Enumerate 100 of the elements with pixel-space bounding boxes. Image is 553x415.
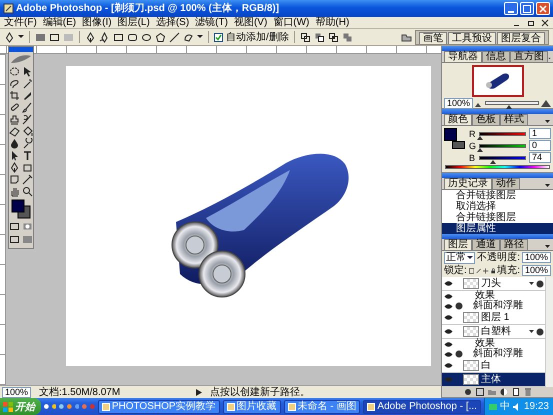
panel-menu-icon[interactable] (544, 243, 551, 250)
lasso-icon[interactable] (9, 78, 20, 89)
color-swatches-icon[interactable] (10, 199, 32, 219)
caret-icon[interactable] (197, 34, 203, 40)
menu-item[interactable]: 文件(F) (4, 17, 37, 28)
drop-icon[interactable] (9, 138, 20, 149)
layer-row[interactable]: 刀头 (442, 277, 545, 291)
path-selection-icon[interactable] (9, 150, 20, 161)
layer-row[interactable]: 白塑料 (442, 325, 545, 339)
menu-item[interactable]: 图层(L) (118, 17, 150, 28)
checkbox-label[interactable]: 自动添加/删除 (226, 30, 289, 44)
move-icon[interactable] (22, 66, 33, 77)
menu-item[interactable]: 窗口(W) (273, 17, 310, 28)
marquee-icon[interactable] (9, 66, 20, 77)
menu-item[interactable]: 选择(S) (156, 17, 190, 28)
magic-wand-icon[interactable] (22, 78, 33, 89)
type-icon[interactable] (22, 150, 33, 161)
panel-tab[interactable]: 历史记录 (444, 178, 492, 189)
standard-mode-icon[interactable] (9, 221, 20, 232)
zoom-field[interactable]: 100% (2, 386, 32, 398)
opacity-field[interactable]: 100% (522, 252, 551, 263)
fill-field[interactable]: 100% (522, 265, 551, 276)
maximize-button[interactable] (520, 2, 534, 15)
panel-tab[interactable]: 直方图 (510, 51, 548, 62)
taskbar-button[interactable]: PHOTOSHOP实例教学 (98, 400, 220, 414)
menu-item[interactable]: 图像(I) (82, 17, 112, 28)
layer-row[interactable]: 白 (442, 359, 545, 373)
panel-tab[interactable]: 导航器 (444, 51, 482, 62)
minimize-button[interactable] (504, 2, 518, 15)
panel-tab[interactable]: 样式 (500, 114, 528, 125)
channel-value[interactable]: 1 (529, 128, 551, 139)
caret-icon[interactable] (18, 34, 24, 40)
close-button[interactable] (536, 2, 550, 15)
panel-tab[interactable]: 动作 (492, 178, 520, 189)
subtract-area-icon[interactable] (314, 32, 325, 42)
stamp-icon[interactable] (9, 114, 20, 125)
brush-icon[interactable] (476, 266, 482, 274)
palette-tab[interactable]: 工具预设 (448, 32, 496, 44)
slider-thumb[interactable] (477, 136, 484, 140)
panel-tab[interactable]: 路径 (500, 239, 528, 250)
lock-icon[interactable] (490, 266, 496, 274)
taskbar-button[interactable]: 未命名 - 画图 (284, 400, 360, 414)
panel-tab[interactable]: 图层 (444, 239, 472, 250)
screen-mode-icon[interactable] (9, 234, 20, 245)
menu-item[interactable]: 编辑(E) (42, 17, 76, 28)
eraser-icon[interactable] (9, 126, 20, 137)
layer-row[interactable]: 图层 1 (442, 311, 545, 325)
polygon-icon[interactable] (155, 32, 166, 42)
menu-item[interactable]: 视图(V) (234, 17, 268, 28)
channel-value[interactable]: 74 (529, 152, 551, 163)
restore-icon[interactable] (527, 18, 535, 26)
shape-layers-icon[interactable] (35, 32, 46, 42)
ellipse-icon[interactable] (141, 32, 152, 42)
panel-tab[interactable]: 通道 (472, 239, 500, 250)
eyedropper-icon[interactable] (22, 174, 33, 185)
line-icon[interactable] (169, 32, 180, 42)
exclude-area-icon[interactable] (342, 32, 353, 42)
panel-menu-icon[interactable] (544, 118, 551, 125)
effects-icon[interactable] (529, 280, 545, 288)
hand-icon[interactable] (9, 186, 20, 197)
pen-icon[interactable] (4, 32, 15, 42)
slider-thumb[interactable] (477, 148, 483, 152)
effects-icon[interactable] (529, 328, 545, 336)
bucket-icon[interactable] (22, 126, 33, 137)
layer-row[interactable]: 主体 (442, 373, 545, 387)
add-area-icon[interactable] (300, 32, 311, 42)
scroll-bar[interactable] (545, 277, 553, 387)
close-icon[interactable] (541, 18, 549, 26)
pen-icon[interactable] (9, 162, 20, 173)
dodge-icon[interactable] (22, 138, 33, 149)
mask-icon[interactable] (476, 388, 484, 396)
menu-item[interactable]: 滤镜(T) (195, 17, 228, 28)
palette-tab[interactable]: 图层复合 (497, 32, 545, 44)
blend-mode-select[interactable]: 正常 (444, 252, 476, 264)
move-icon[interactable] (483, 266, 489, 274)
panel-tab[interactable]: 色板 (472, 114, 500, 125)
pen-icon[interactable] (85, 32, 96, 42)
speaker-icon[interactable] (512, 402, 521, 410)
zoom-icon[interactable] (22, 186, 33, 197)
taskbar-button[interactable]: 图片收藏 (222, 400, 281, 414)
menu-item[interactable]: 帮助(H) (315, 17, 350, 28)
new-layer-icon[interactable] (512, 388, 520, 396)
custom-shape-icon[interactable] (183, 32, 194, 42)
file-browser-icon[interactable] (401, 32, 412, 42)
crop-icon[interactable] (9, 90, 20, 101)
brush-icon[interactable] (22, 102, 33, 113)
zoom-field[interactable]: 100% (444, 98, 474, 108)
rectangle-icon[interactable] (22, 162, 33, 173)
note-icon[interactable] (9, 174, 20, 185)
history-brush-icon[interactable] (22, 114, 33, 125)
lock-transparency-icon[interactable] (468, 266, 474, 274)
trash-icon[interactable] (524, 388, 532, 396)
navigator-preview[interactable] (472, 64, 524, 96)
bandage-icon[interactable] (9, 102, 20, 113)
intersect-area-icon[interactable] (328, 32, 339, 42)
palette-tab[interactable]: 画笔 (419, 32, 447, 44)
checkbox[interactable] (214, 32, 223, 42)
channel-value[interactable]: 0 (529, 140, 551, 151)
link-icon[interactable] (464, 388, 472, 396)
taskbar-button[interactable]: Adobe Photoshop - [... (363, 400, 481, 414)
